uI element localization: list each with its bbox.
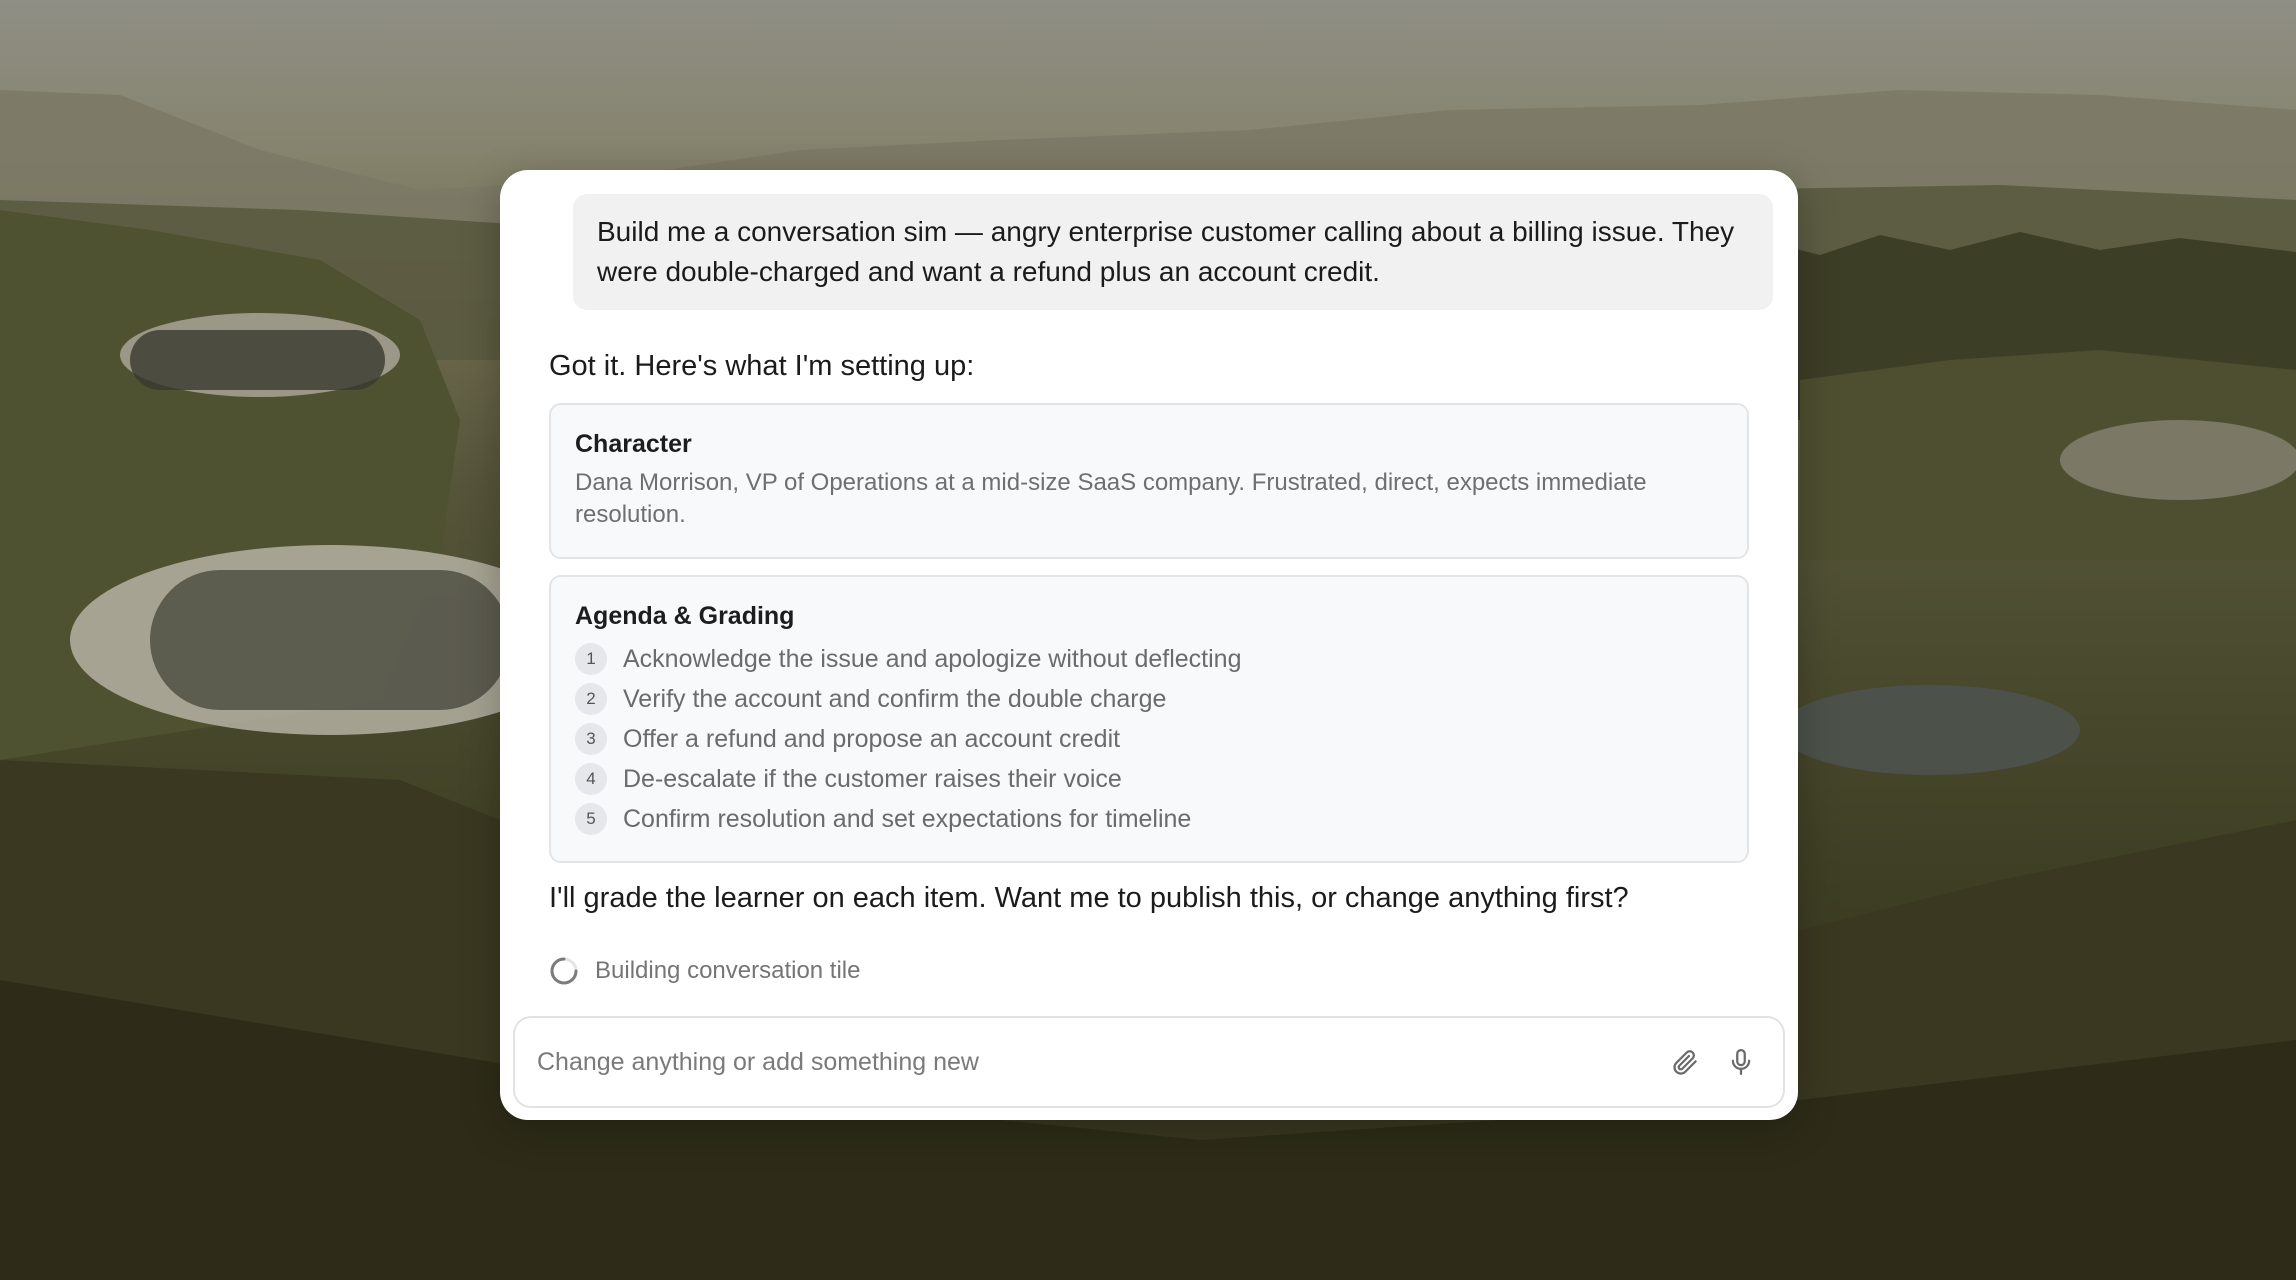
build-status-text: Building conversation tile [595, 957, 861, 984]
user-message-bubble: Build me a conversation sim — angry ente… [573, 194, 1773, 310]
assistant-intro-text: Got it. Here's what I'm setting up: [549, 350, 975, 382]
user-message-text: Build me a conversation sim — angry ente… [597, 216, 1735, 287]
agenda-item: 1 Acknowledge the issue and apologize wi… [575, 639, 1723, 679]
microphone-button[interactable] [1721, 1042, 1761, 1082]
agenda-item: 4 De-escalate if the customer raises the… [575, 759, 1723, 799]
agenda-item: 3 Offer a refund and propose an account … [575, 719, 1723, 759]
agenda-item: 5 Confirm resolution and set expectation… [575, 799, 1723, 839]
agenda-item-text: Offer a refund and propose an account cr… [623, 724, 1121, 753]
assistant-outro-text: I'll grade the learner on each item. Wan… [549, 882, 1629, 914]
attach-button[interactable] [1665, 1042, 1705, 1082]
agenda-number-badge: 3 [575, 723, 607, 755]
message-input[interactable] [535, 1046, 1649, 1078]
agenda-item-text: De-escalate if the customer raises their… [623, 764, 1122, 793]
agenda-item-text: Confirm resolution and set expectations … [623, 804, 1192, 833]
character-card-title: Character [575, 430, 692, 458]
agenda-number-badge: 1 [575, 643, 607, 675]
agenda-list: 1 Acknowledge the issue and apologize wi… [575, 639, 1723, 839]
composer [513, 1016, 1785, 1108]
chat-panel: Build me a conversation sim — angry ente… [500, 170, 1798, 1120]
spinner-icon [550, 957, 578, 985]
build-status: Building conversation tile [549, 956, 861, 986]
agenda-number-badge: 4 [575, 763, 607, 795]
agenda-item: 2 Verify the account and confirm the dou… [575, 679, 1723, 719]
agenda-number-badge: 5 [575, 803, 607, 835]
agenda-item-text: Acknowledge the issue and apologize with… [623, 644, 1242, 673]
character-description: Dana Morrison, VP of Operations at a mid… [575, 469, 1647, 528]
character-card: Character Dana Morrison, VP of Operation… [549, 403, 1749, 559]
microphone-icon [1731, 1049, 1751, 1075]
agenda-item-text: Verify the account and confirm the doubl… [623, 684, 1167, 713]
agenda-number-badge: 2 [575, 683, 607, 715]
agenda-card: Agenda & Grading 1 Acknowledge the issue… [549, 575, 1749, 863]
agenda-card-title: Agenda & Grading [575, 602, 795, 630]
paperclip-icon [1673, 1050, 1697, 1075]
